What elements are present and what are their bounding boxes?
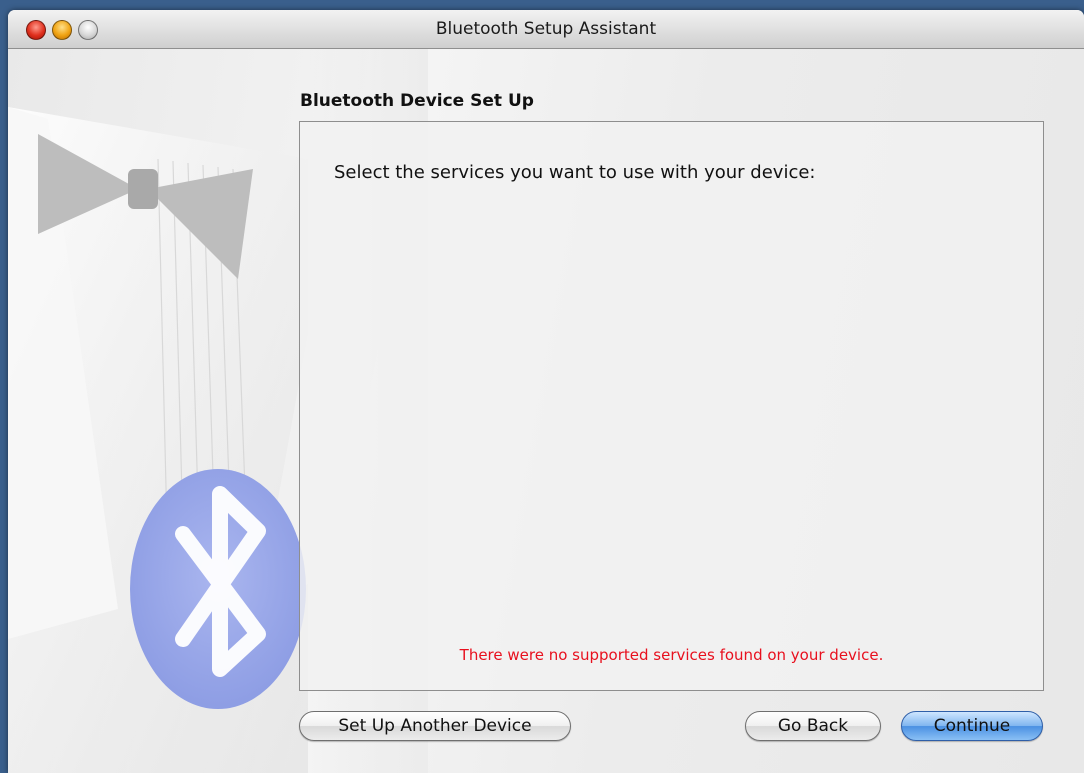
bowtie-knot [128,169,158,209]
services-panel: Select the services you want to use with… [299,121,1044,691]
page-heading: Bluetooth Device Set Up [300,91,534,111]
title-bar[interactable]: Bluetooth Setup Assistant [8,10,1084,49]
bluetooth-setup-window: Bluetooth Setup Assistant Bluetooth Devi… [8,10,1084,773]
set-up-another-device-button[interactable]: Set Up Another Device [299,711,571,741]
continue-button[interactable]: Continue [901,711,1043,741]
assistant-content: Bluetooth Device Set Up Select the servi… [8,49,1084,773]
services-prompt: Select the services you want to use with… [334,162,816,183]
window-title: Bluetooth Setup Assistant [435,19,657,39]
go-back-button[interactable]: Go Back [745,711,881,741]
no-services-error: There were no supported services found o… [459,646,884,664]
